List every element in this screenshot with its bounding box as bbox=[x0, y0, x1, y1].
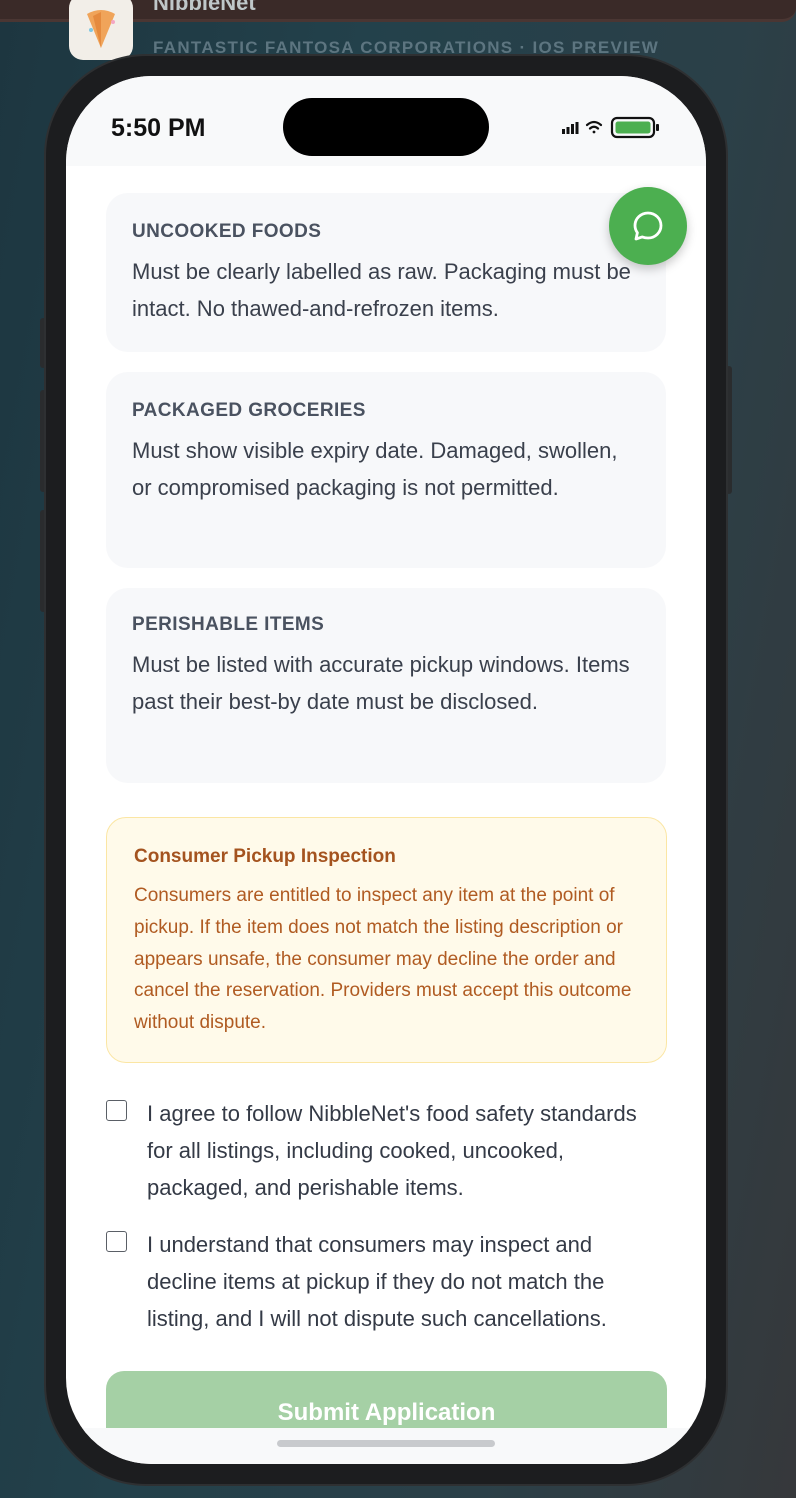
app-subtitle: FANTASTIC FANTOSA CORPORATIONS · IOS PRE… bbox=[153, 38, 660, 57]
card-title: PACKAGED GROCERIES bbox=[132, 400, 366, 421]
card-title: UNCOOKED FOODS bbox=[132, 221, 322, 242]
status-time: 5:50 PM bbox=[111, 114, 206, 142]
chat-bubble-icon bbox=[633, 211, 663, 241]
status-bar: 5:50 PM bbox=[66, 76, 706, 166]
food-safety-checkbox[interactable] bbox=[106, 1100, 127, 1121]
scroll-content[interactable]: UNCOOKED FOODS Must be clearly labelled … bbox=[66, 166, 706, 1428]
agreement-text: I agree to follow NibbleNet's food safet… bbox=[147, 1101, 637, 1200]
dynamic-island bbox=[283, 98, 489, 156]
card-text: Must be clearly labelled as raw. Packagi… bbox=[132, 259, 631, 321]
card-packaged-groceries: PACKAGED GROCERIES Must show visible exp… bbox=[106, 372, 666, 568]
agreement-text: I understand that consumers may inspect … bbox=[147, 1232, 607, 1331]
card-perishable-items: PERISHABLE ITEMS Must be listed with acc… bbox=[106, 588, 666, 783]
agreement-pickup-inspection[interactable]: I understand that consumers may inspect … bbox=[106, 1226, 666, 1338]
card-title: PERISHABLE ITEMS bbox=[132, 614, 325, 635]
chat-button[interactable] bbox=[609, 187, 687, 265]
home-indicator-area bbox=[66, 1428, 706, 1464]
card-text: Must show visible expiry date. Damaged, … bbox=[132, 438, 618, 500]
pickup-inspection-notice: Consumer Pickup Inspection Consumers are… bbox=[106, 817, 667, 1063]
app-logo-icon bbox=[69, 0, 133, 60]
card-text: Must be listed with accurate pickup wind… bbox=[132, 652, 630, 714]
agreement-food-safety[interactable]: I agree to follow NibbleNet's food safet… bbox=[106, 1095, 666, 1207]
phone-screen: 5:50 PM UNCOOKED FOODS Must be clearly l… bbox=[66, 76, 706, 1464]
pickup-inspection-checkbox[interactable] bbox=[106, 1231, 127, 1252]
app-name: NibbleNet bbox=[153, 0, 256, 15]
card-uncooked-foods: UNCOOKED FOODS Must be clearly labelled … bbox=[106, 193, 666, 352]
battery-icon bbox=[610, 116, 659, 139]
wifi-icon bbox=[585, 120, 603, 134]
home-indicator[interactable] bbox=[277, 1440, 495, 1447]
notice-title: Consumer Pickup Inspection bbox=[134, 846, 396, 867]
submit-application-button[interactable]: Submit Application bbox=[106, 1371, 667, 1428]
signal-icon bbox=[562, 122, 579, 134]
notice-text: Consumers are entitled to inspect any it… bbox=[134, 885, 632, 1034]
status-icons bbox=[562, 116, 662, 145]
phone-power-button bbox=[726, 366, 732, 494]
